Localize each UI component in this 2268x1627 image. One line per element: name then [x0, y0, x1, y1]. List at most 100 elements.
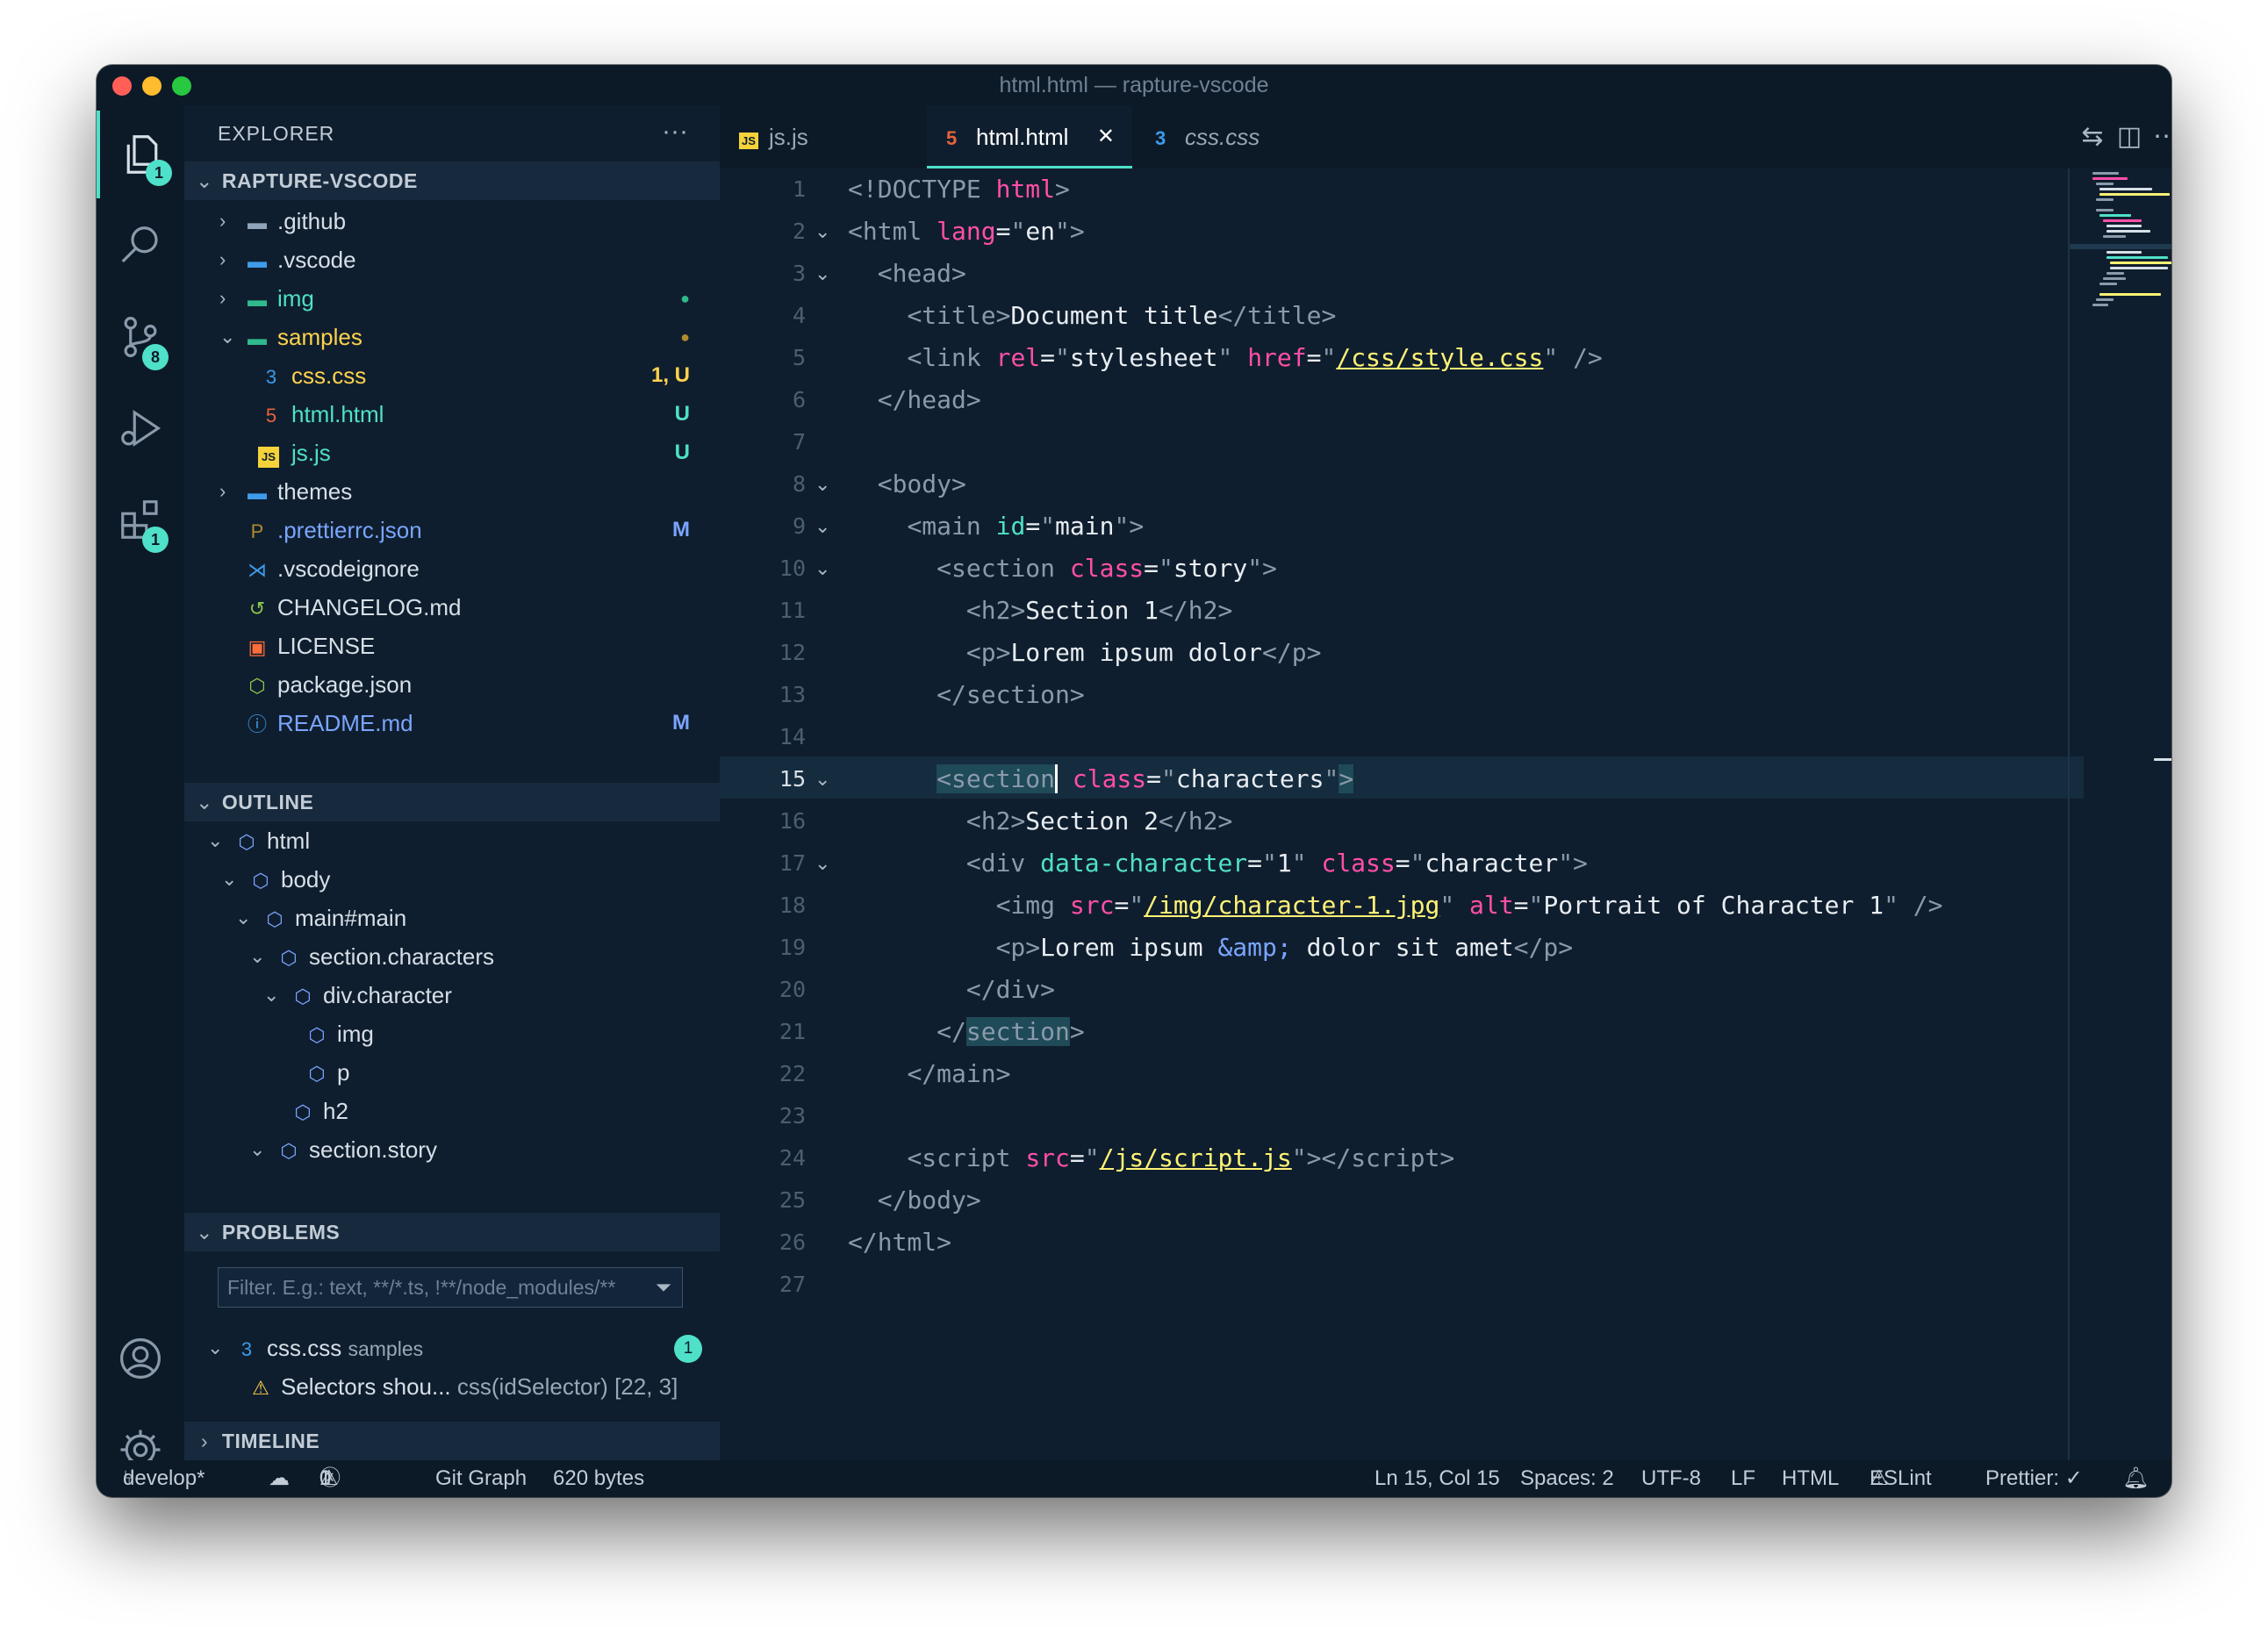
themes-folder-icon: ▬	[248, 482, 267, 504]
problem-row[interactable]: ⚠ Selectors shou... css(idSelector) [22, …	[184, 1367, 720, 1406]
indentation[interactable]: Spaces: 2	[1520, 1460, 1614, 1497]
fold-chevron-icon[interactable]: ⌄	[815, 463, 837, 505]
filter-icon[interactable]: ⏷	[656, 1268, 671, 1307]
sync-icon[interactable]: ☁	[269, 1460, 290, 1497]
vscode-folder-icon: ▬	[248, 250, 267, 272]
css-icon: 3	[265, 366, 277, 388]
outline-item[interactable]: ⌄ ⬡ section.characters	[184, 937, 720, 976]
notifications-icon[interactable]: 🔔︎	[2122, 1460, 2149, 1497]
outline-item[interactable]: ⌄ ⬡ body	[184, 860, 720, 899]
explorer-activity[interactable]: 1	[97, 111, 184, 198]
outline-item[interactable]: ⌄ ⬡ main#main	[184, 899, 720, 937]
outline-item[interactable]: ⬡ h2	[184, 1092, 720, 1130]
fold-chevron-icon[interactable]: ⌄	[815, 253, 837, 295]
sidebar: EXPLORER ··· ⌄ RAPTURE-VSCODE › ▬ .github …	[184, 105, 720, 1460]
tree-item-css[interactable]: 3 css.css 1, U	[184, 356, 720, 395]
language-mode[interactable]: HTML	[1782, 1460, 1839, 1497]
problems-filter-input[interactable]: Filter. E.g.: text, **/*.ts, !**/node_mo…	[218, 1267, 683, 1308]
accounts-activity[interactable]	[97, 1315, 184, 1402]
tree-item-changelog[interactable]: ↺ CHANGELOG.md	[184, 588, 720, 627]
prettier-status[interactable]: Prettier: ✓	[1985, 1460, 2083, 1497]
tree-item-license[interactable]: ▣ LICENSE	[184, 627, 720, 665]
line-number: 3	[792, 261, 806, 286]
cursor-position[interactable]: Ln 15, Col 15	[1374, 1460, 1500, 1497]
search-activity[interactable]	[97, 202, 184, 290]
source-control-activity[interactable]: 8	[97, 293, 184, 381]
minimize-window-button[interactable]	[142, 76, 161, 96]
chevron-down-icon: ⌄	[263, 984, 280, 1006]
close-tab-icon[interactable]: ✕	[1097, 105, 1115, 168]
code-line: </head>	[877, 385, 981, 414]
line-number: 18	[779, 892, 806, 918]
tree-item-package[interactable]: ⬡ package.json	[184, 665, 720, 704]
fold-chevron-icon[interactable]: ⌄	[815, 842, 837, 885]
html-icon: 5	[946, 127, 958, 149]
tree-item-samples[interactable]: ⌄ ▬ samples ●	[184, 318, 720, 356]
github-folder-icon: ▬	[248, 211, 267, 233]
tree-item-img[interactable]: › ▬ img ●	[184, 279, 720, 318]
editor-tabs: JS js.js 5 html.html ✕ 3 css.css ⇆ ◫ ⋯	[720, 105, 2171, 168]
tree-item-vscode[interactable]: › ▬ .vscode	[184, 240, 720, 279]
outline-item[interactable]: ⌄ ⬡ div.character	[184, 976, 720, 1014]
tab-html[interactable]: 5 html.html ✕	[927, 105, 1132, 168]
extensions-activity[interactable]: 1	[97, 476, 184, 563]
outline-section[interactable]: ⌄ OUTLINE	[184, 783, 720, 821]
run-debug-activity[interactable]	[97, 384, 184, 472]
explorer-badge: 1	[146, 160, 172, 186]
line-number: 25	[779, 1187, 806, 1213]
split-editor-icon[interactable]: ◫	[2114, 121, 2145, 153]
open-changes-icon[interactable]: ⇆	[2077, 121, 2108, 153]
tree-item-js[interactable]: JS js.js U	[184, 434, 720, 472]
explorer-more-button[interactable]: ···	[662, 105, 688, 158]
code-line: <img src="/img/character-1.jpg" alt="Por…	[995, 891, 1943, 920]
outline-item[interactable]: ⬡ img	[184, 1014, 720, 1053]
line-number: 20	[779, 977, 806, 1002]
line-number: 22	[779, 1061, 806, 1086]
chevron-down-icon: ⌄	[249, 945, 266, 967]
outline-item[interactable]: ⬡ p	[184, 1053, 720, 1092]
timeline-section[interactable]: › TIMELINE	[184, 1422, 720, 1460]
line-number: 13	[779, 682, 806, 707]
file-status: U	[674, 402, 690, 426]
tree-item-readme[interactable]: ⓘ README.md M	[184, 704, 720, 742]
git-graph-button[interactable]: Git Graph	[435, 1460, 527, 1497]
file-status: M	[672, 711, 690, 735]
outline-item[interactable]: ⌄ ⬡ html	[184, 821, 720, 860]
symbol-element-icon: ⬡	[280, 947, 298, 969]
code-line: <section class="characters">	[937, 764, 1354, 793]
code-line: <main id="main">	[907, 512, 1145, 541]
close-window-button[interactable]	[112, 76, 132, 96]
fold-chevron-icon[interactable]: ⌄	[815, 548, 837, 590]
chevron-down-icon: ⌄	[196, 169, 213, 192]
more-actions-icon[interactable]: ⋯	[2150, 121, 2171, 153]
tree-item-html[interactable]: 5 html.html U	[184, 395, 720, 434]
tree-item-themes[interactable]: › ▬ themes	[184, 472, 720, 511]
outline-item[interactable]: ⌄ ⬡ section.story	[184, 1130, 720, 1169]
tree-item-prettierrc[interactable]: P .prettierrc.json M	[184, 511, 720, 549]
activity-bar: 1 8 1	[97, 105, 184, 1470]
tab-js[interactable]: JS js.js	[720, 105, 925, 168]
code-line: <h2>Section 1</h2>	[965, 596, 1233, 625]
encoding[interactable]: UTF-8	[1641, 1460, 1701, 1497]
account-icon	[120, 1338, 161, 1379]
fold-chevron-icon[interactable]: ⌄	[815, 505, 837, 548]
fold-chevron-icon[interactable]: ⌄	[815, 211, 837, 253]
tab-css[interactable]: 3 css.css	[1136, 105, 1341, 168]
fold-chevron-icon[interactable]: ⌄	[815, 758, 837, 800]
workspace-section[interactable]: ⌄ RAPTURE-VSCODE	[184, 161, 720, 200]
problems-section[interactable]: ⌄ PROBLEMS	[184, 1213, 720, 1251]
chevron-right-icon: ›	[219, 480, 226, 502]
line-number: 16	[779, 808, 806, 834]
code-editor[interactable]: 1 2 3 4 5 6 7 8 9 10 11 12 13 14 15 16 17 18 19 20 21 22 23 24 2…	[720, 168, 2171, 1460]
line-number: 27	[779, 1272, 806, 1297]
tree-item-github[interactable]: › ▬ .github	[184, 202, 720, 240]
tree-item-vscodeignore[interactable]: ⋊ .vscodeignore	[184, 549, 720, 588]
code-line: </section>	[937, 680, 1085, 709]
status-bar: ⑂ develop* ☁ ⓧ 0 ⚠ 1 Git Graph 620 bytes…	[97, 1460, 2171, 1497]
vscode-window: html.html — rapture-vscode 1 8 1 EXPLORE…	[97, 65, 2171, 1497]
js-icon: JS	[739, 107, 769, 173]
end-of-line[interactable]: LF	[1731, 1460, 1755, 1497]
minimap[interactable]	[2068, 168, 2171, 1460]
problem-file-row[interactable]: ⌄ 3 css.css samples 1	[184, 1329, 720, 1367]
maximize-window-button[interactable]	[172, 76, 191, 96]
